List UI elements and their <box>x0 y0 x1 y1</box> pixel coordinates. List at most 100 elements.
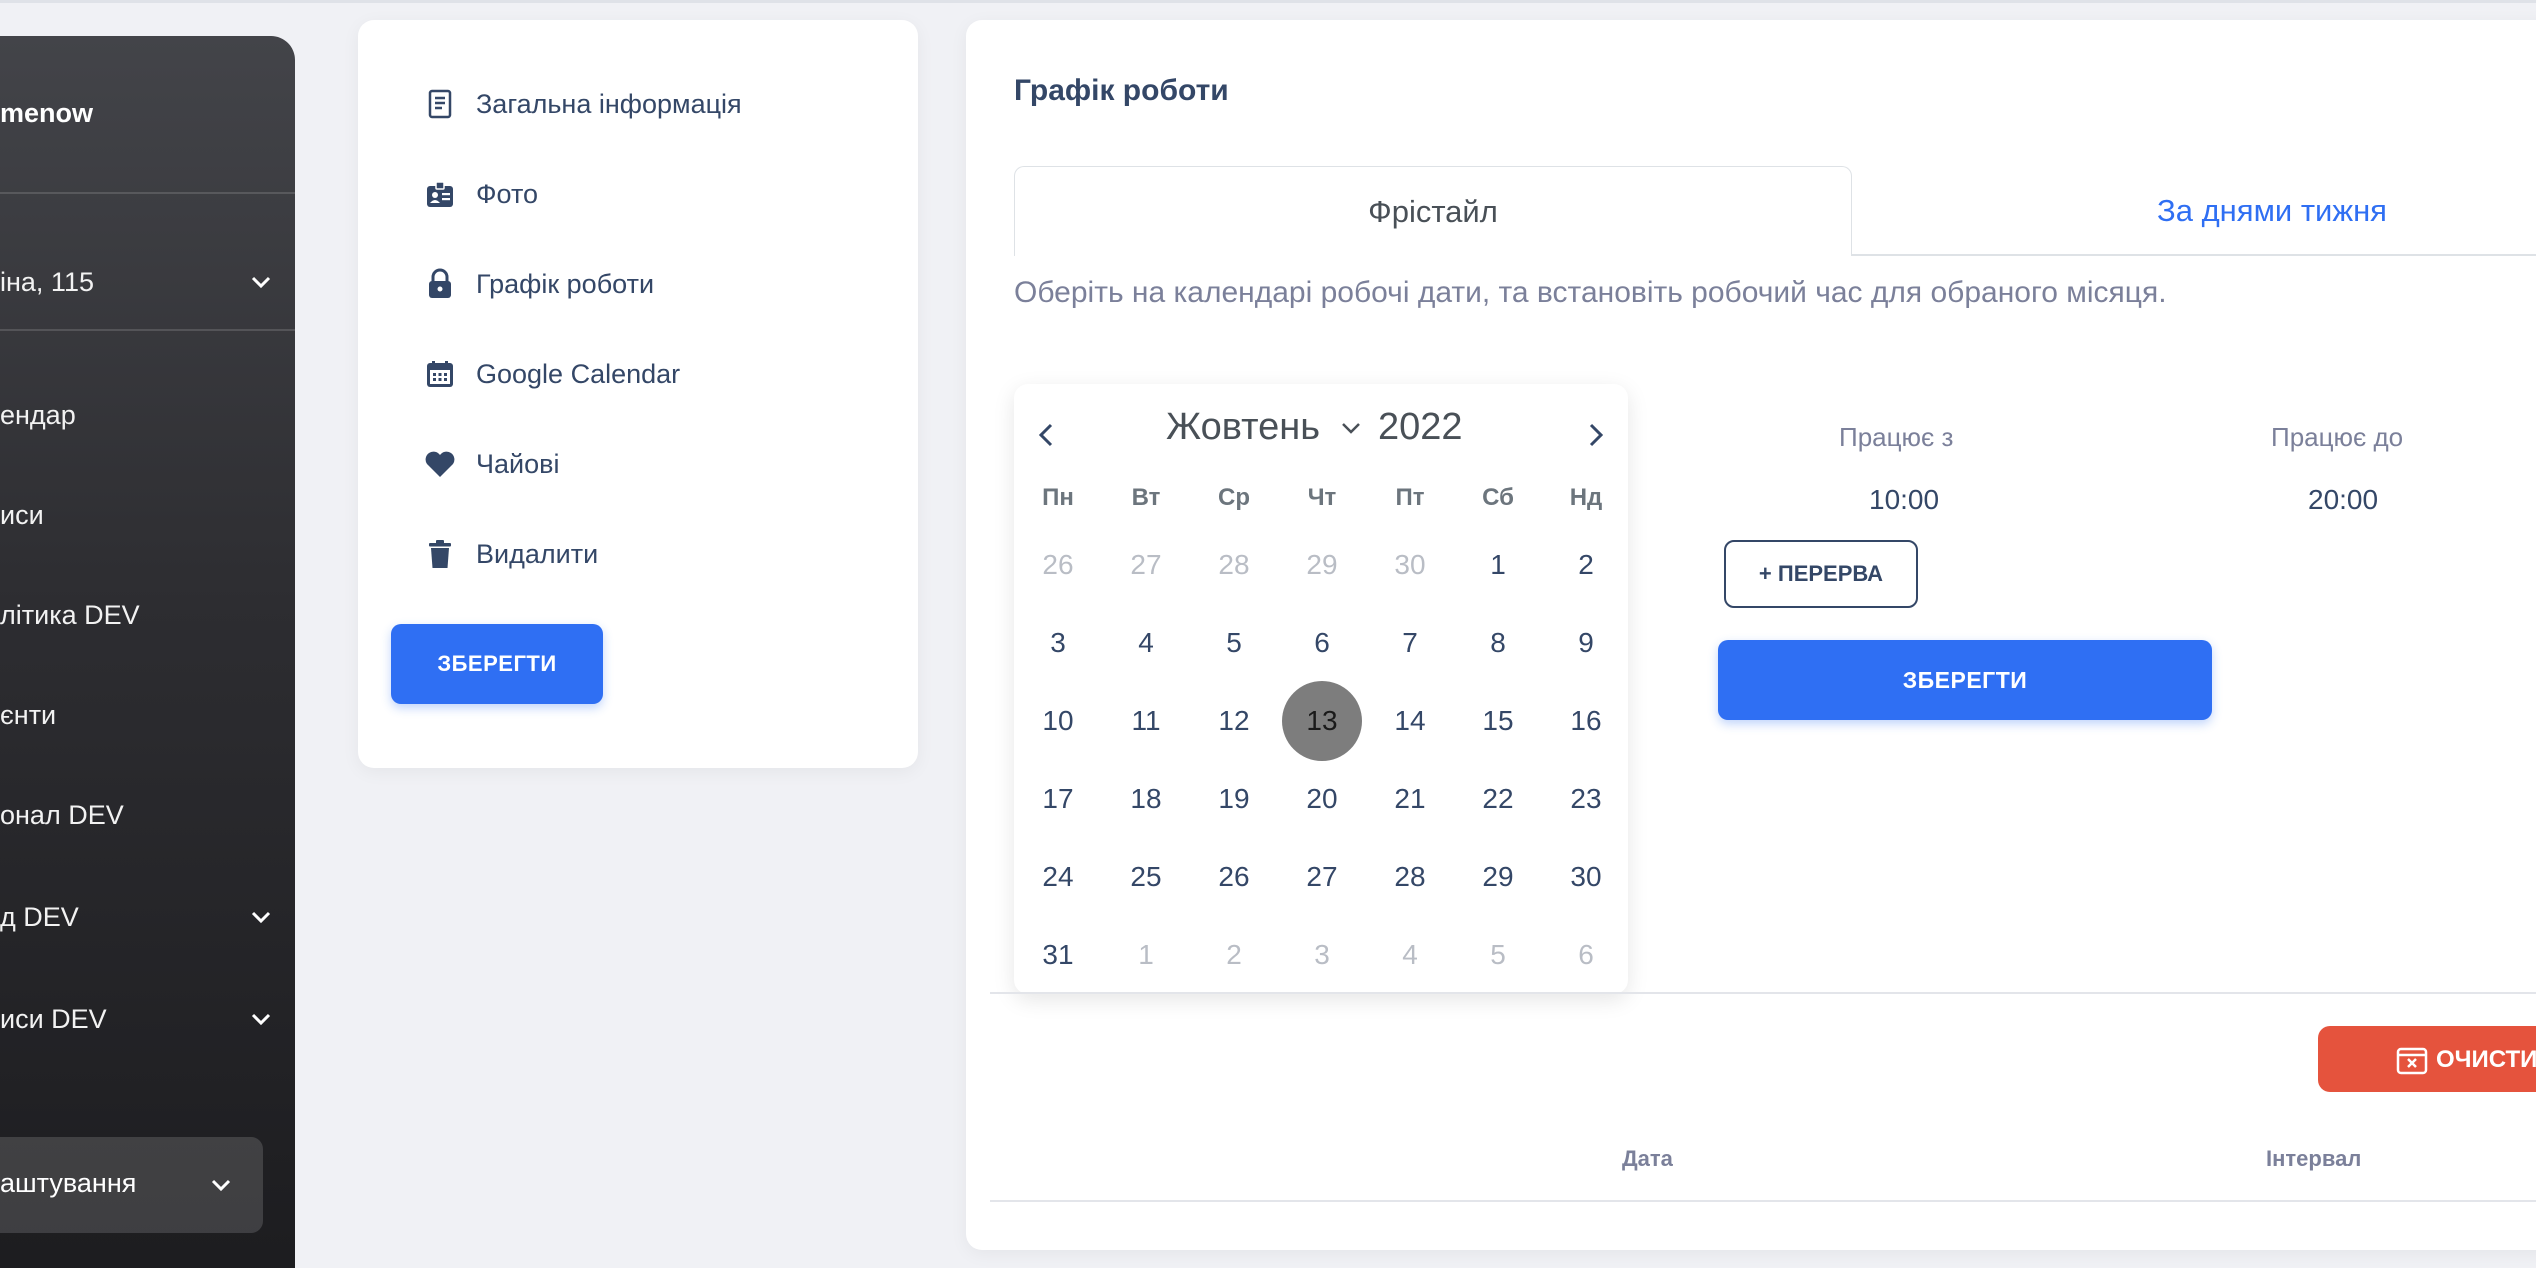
sidebar-item-label: онал DEV <box>0 799 124 830</box>
calendar-week-row: 26 27 28 29 30 1 2 <box>1014 526 1628 604</box>
calendar-day[interactable]: 12 <box>1194 681 1274 761</box>
sidebar-item-staff[interactable]: онал DEV <box>0 795 260 835</box>
menu-item-photo[interactable]: Фото <box>424 174 538 214</box>
add-break-button[interactable]: + ПЕРЕРВА <box>1724 540 1918 608</box>
works-to-value[interactable]: 20:00 <box>2308 484 2378 516</box>
sidebar-item-appointments[interactable]: иси <box>0 495 260 535</box>
calendar-day[interactable]: 16 <box>1546 681 1626 761</box>
calendar-day[interactable]: 24 <box>1018 837 1098 917</box>
tab-by-weekdays[interactable]: За днями тижня <box>1852 166 2536 256</box>
calendar-day[interactable]: 3 <box>1018 603 1098 683</box>
menu-item-label: Загальна інформація <box>476 88 742 119</box>
month-select[interactable]: Жовтень <box>1166 406 1362 449</box>
calendar-day[interactable]: 22 <box>1458 759 1538 839</box>
menu-item-schedule[interactable]: Графік роботи <box>424 264 654 304</box>
weekday-header: Пн Вт Ср Чт Пт Сб Нд <box>1014 476 1628 526</box>
sidebar-item-settings[interactable]: аштування <box>0 1137 263 1233</box>
menu-item-tips[interactable]: Чайові <box>424 444 559 484</box>
calendar-day[interactable]: 4 <box>1106 603 1186 683</box>
chevron-down-icon <box>251 276 271 289</box>
calendar-day[interactable]: 23 <box>1546 759 1626 839</box>
clear-button-label: ОЧИСТИТ <box>2436 1046 2536 1073</box>
calendar-day[interactable]: 27 <box>1282 837 1362 917</box>
calendar-day[interactable]: 25 <box>1106 837 1186 917</box>
calendar-day[interactable]: 4 <box>1370 915 1450 995</box>
tab-underline <box>1852 254 2536 256</box>
calendar-day[interactable]: 17 <box>1018 759 1098 839</box>
works-from-value[interactable]: 10:00 <box>1869 484 1939 516</box>
sidebar-item-records[interactable]: иси DEV <box>0 999 271 1039</box>
sidebar-item-analytics[interactable]: літика DEV <box>0 595 260 635</box>
table-header-divider <box>990 1200 2536 1202</box>
calendar-day[interactable]: 6 <box>1282 603 1362 683</box>
sidebar: menow іна, 115 ендар иси літика DEV єнти… <box>0 36 295 1268</box>
calendar-day[interactable]: 28 <box>1370 837 1450 917</box>
menu-item-delete[interactable]: Видалити <box>424 534 598 574</box>
calendar-day[interactable]: 1 <box>1458 525 1538 605</box>
calendar-day[interactable]: 5 <box>1458 915 1538 995</box>
calendar-day[interactable]: 30 <box>1546 837 1626 917</box>
calendar-day[interactable]: 8 <box>1458 603 1538 683</box>
calendar-day[interactable]: 10 <box>1018 681 1098 761</box>
calendar-day[interactable]: 9 <box>1546 603 1626 683</box>
tab-freestyle[interactable]: Фрістайл <box>1014 166 1852 256</box>
calendar-day[interactable]: 29 <box>1458 837 1538 917</box>
calendar-day-selected[interactable]: 13 <box>1282 681 1362 761</box>
calendar-day[interactable]: 7 <box>1370 603 1450 683</box>
month-label: Жовтень <box>1166 406 1321 448</box>
sidebar-divider <box>0 192 295 194</box>
weekday-label: Чт <box>1307 484 1337 511</box>
menu-item-general-info[interactable]: Загальна інформація <box>424 84 742 124</box>
year-label[interactable]: 2022 <box>1378 406 1463 449</box>
calendar-day[interactable]: 20 <box>1282 759 1362 839</box>
weekday-label: Вт <box>1131 484 1161 511</box>
works-from-label: Працює з <box>1839 422 1954 452</box>
sidebar-item-label: иси <box>0 499 44 530</box>
brand-name: menow <box>0 98 94 128</box>
id-badge-icon <box>424 178 456 210</box>
calendar-day[interactable]: 3 <box>1282 915 1362 995</box>
save-button[interactable]: ЗБЕРЕГТИ <box>391 624 603 704</box>
sidebar-item-warehouse[interactable]: д DEV <box>0 897 271 937</box>
chevron-left-icon[interactable] <box>1032 420 1062 450</box>
calendar-day[interactable]: 2 <box>1194 915 1274 995</box>
menu-item-label: Графік роботи <box>476 268 655 299</box>
calendar-grid: Пн Вт Ср Чт Пт Сб Нд 26 27 28 29 30 1 2 3 4 5 6 7 8 9… <box>1014 476 1628 994</box>
sidebar-item-label: єнти <box>0 699 57 730</box>
calendar-day[interactable]: 15 <box>1458 681 1538 761</box>
save-schedule-button[interactable]: ЗБЕРЕГТИ <box>1718 640 2212 720</box>
calendar-day[interactable]: 6 <box>1546 915 1626 995</box>
calendar-day[interactable]: 27 <box>1106 525 1186 605</box>
calendar-day[interactable]: 30 <box>1370 525 1450 605</box>
chevron-down-icon <box>251 911 271 924</box>
receipt-icon <box>424 88 456 120</box>
calendar-day[interactable]: 29 <box>1282 525 1362 605</box>
location-label: іна, 115 <box>0 266 94 297</box>
clear-button[interactable]: ОЧИСТИТ <box>2318 1026 2536 1092</box>
calendar-day[interactable]: 1 <box>1106 915 1186 995</box>
trash-icon <box>424 538 456 570</box>
calendar-week-row: 3456789 <box>1014 604 1628 682</box>
calendar-week-row: 24 25 26 27 28 29 30 <box>1014 838 1628 916</box>
calendar-day[interactable]: 19 <box>1194 759 1274 839</box>
calendar-day[interactable]: 28 <box>1194 525 1274 605</box>
calendar-day[interactable]: 26 <box>1018 525 1098 605</box>
sidebar-item-label: літика DEV <box>0 599 140 630</box>
calendar-day[interactable]: 2 <box>1546 525 1626 605</box>
lock-icon <box>424 268 456 300</box>
calendar-day[interactable]: 11 <box>1106 681 1186 761</box>
calendar-day[interactable]: 18 <box>1106 759 1186 839</box>
location-selector[interactable]: іна, 115 <box>0 262 271 302</box>
calendar-day[interactable]: 21 <box>1370 759 1450 839</box>
sidebar-item-clients[interactable]: єнти <box>0 695 260 735</box>
calendar-day[interactable]: 31 <box>1018 915 1098 995</box>
chevron-right-icon[interactable] <box>1580 420 1610 450</box>
sidebar-item-label: иси DEV <box>0 1003 107 1034</box>
menu-item-google-calendar[interactable]: Google Calendar <box>424 354 680 394</box>
calendar-day[interactable]: 5 <box>1194 603 1274 683</box>
sidebar-item-label: ендар <box>0 399 76 430</box>
calendar-day[interactable]: 14 <box>1370 681 1450 761</box>
calendar-week-row: 17 18 19 20 21 22 23 <box>1014 760 1628 838</box>
calendar-day[interactable]: 26 <box>1194 837 1274 917</box>
sidebar-item-calendar[interactable]: ендар <box>0 395 260 435</box>
